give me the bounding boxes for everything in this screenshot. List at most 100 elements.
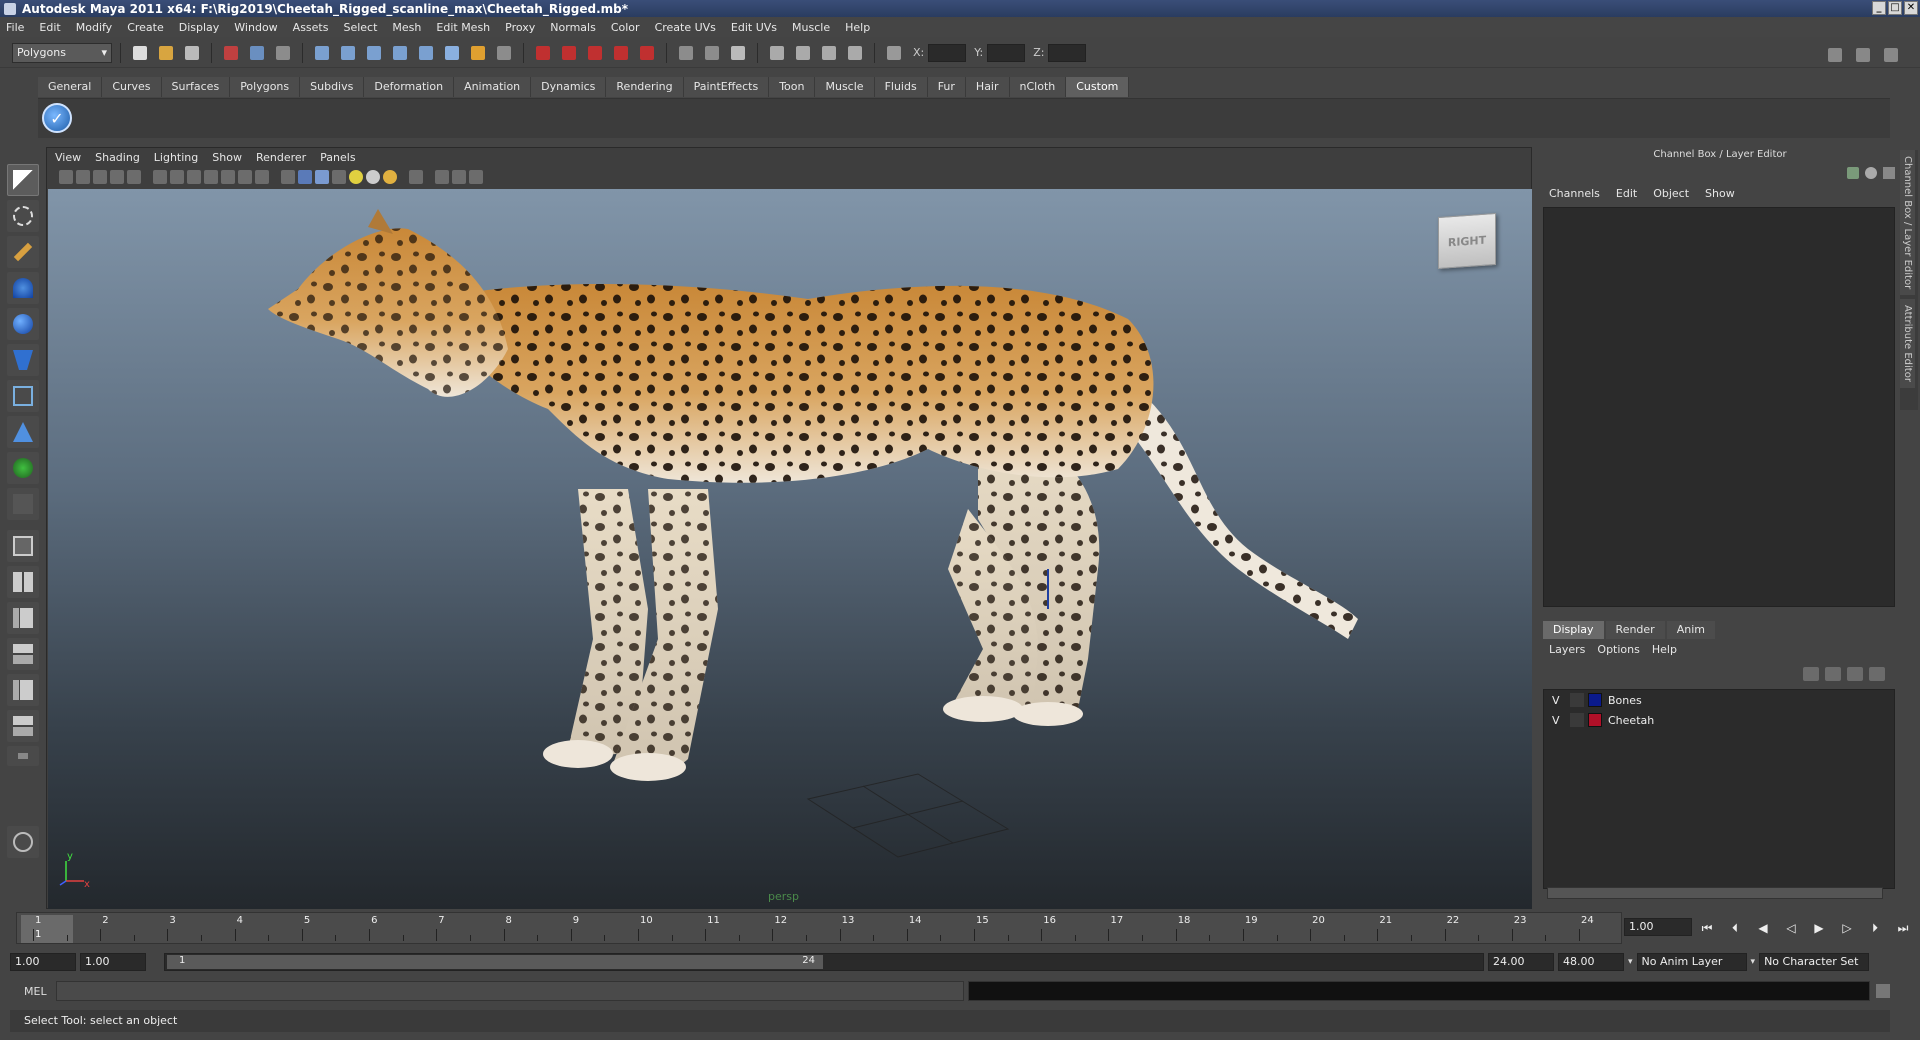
new-scene-icon[interactable]	[129, 42, 151, 64]
save-scene-icon[interactable]	[181, 42, 203, 64]
transform-input-icon[interactable]	[883, 42, 905, 64]
menu-muscle[interactable]: Muscle	[792, 21, 830, 34]
char-set-chevron-icon[interactable]: ▾	[1751, 957, 1756, 967]
menu-select[interactable]: Select	[343, 21, 377, 34]
channel-list[interactable]	[1543, 207, 1895, 607]
layout-options-icon[interactable]	[7, 746, 39, 766]
key-icon[interactable]	[1847, 167, 1859, 179]
shelf-tab-ncloth[interactable]: nCloth	[1009, 77, 1067, 97]
new-layer-from-selected-icon[interactable]	[1869, 667, 1885, 681]
menu-color[interactable]: Color	[611, 21, 640, 34]
soft-mod-tool-icon[interactable]	[7, 416, 39, 448]
menu-normals[interactable]: Normals	[550, 21, 596, 34]
go-to-end-icon[interactable]: ⏭	[1894, 920, 1912, 936]
hypershade-layout-icon[interactable]	[7, 674, 39, 706]
select-object-icon[interactable]	[246, 42, 268, 64]
time-slider[interactable]: 1 1 2 3 4 5 6 7 8 9 10 11 12 13 14 15 16 17 18 19 20 21 22 23 2…	[16, 912, 1622, 944]
camera-2-icon[interactable]	[792, 42, 814, 64]
layer-row[interactable]: V Cheetah	[1544, 710, 1894, 730]
layer-visibility-toggle[interactable]: V	[1552, 714, 1566, 727]
layer-display-type-toggle[interactable]	[1570, 713, 1584, 727]
menu-assets[interactable]: Assets	[293, 21, 329, 34]
menu-window[interactable]: Window	[234, 21, 277, 34]
film-gate-icon[interactable]	[170, 170, 184, 184]
shelf-tab-toon[interactable]: Toon	[769, 77, 816, 97]
play-forward-icon[interactable]: ▶	[1810, 920, 1828, 936]
grid-icon[interactable]	[153, 170, 167, 184]
shelf-tab-polygons[interactable]: Polygons	[230, 77, 301, 97]
layer-menu-options[interactable]: Options	[1597, 643, 1639, 656]
anim-start-field[interactable]: 1.00	[10, 953, 76, 971]
pick-icon[interactable]	[1883, 167, 1895, 179]
minimize-button[interactable]: _	[1872, 1, 1886, 15]
layer-row[interactable]: V Bones	[1544, 690, 1894, 710]
cheetah-model[interactable]	[48, 189, 1532, 909]
select-component-icon[interactable]	[272, 42, 294, 64]
use-all-lights-icon[interactable]	[366, 170, 380, 184]
select-hierarchy-icon[interactable]	[220, 42, 242, 64]
shelf-tab-fur[interactable]: Fur	[927, 77, 966, 97]
camera-attributes-icon[interactable]	[76, 170, 90, 184]
shelf-tab-rendering[interactable]: Rendering	[606, 77, 684, 97]
menu-modify[interactable]: Modify	[76, 21, 112, 34]
hypershade-icon[interactable]	[636, 42, 658, 64]
snap-curve-icon[interactable]	[337, 42, 359, 64]
camera-3-icon[interactable]	[818, 42, 840, 64]
2d-pan-zoom-icon[interactable]	[127, 170, 141, 184]
snap-surface-icon[interactable]	[415, 42, 437, 64]
z-field[interactable]	[1048, 43, 1087, 62]
render-current-icon[interactable]	[558, 42, 580, 64]
gate-mask-icon[interactable]	[204, 170, 218, 184]
camera-icon[interactable]	[766, 42, 788, 64]
step-forward-key-icon[interactable]: ⏵	[1866, 920, 1884, 936]
manipulator-tool-icon[interactable]	[7, 380, 39, 412]
persp-graph-layout-icon[interactable]	[7, 638, 39, 670]
menu-create-uvs[interactable]: Create UVs	[655, 21, 716, 34]
single-pane-layout-icon[interactable]	[7, 530, 39, 562]
xray-active-components-icon[interactable]	[469, 170, 483, 184]
field-chart-icon[interactable]	[221, 170, 235, 184]
render-view-icon[interactable]	[532, 42, 554, 64]
anim-layer-dropdown[interactable]: No Anim Layer	[1636, 953, 1747, 971]
open-scene-icon[interactable]	[155, 42, 177, 64]
menu-display[interactable]: Display	[179, 21, 220, 34]
layer-color-swatch[interactable]	[1588, 693, 1602, 707]
playback-end-field[interactable]: 24.00	[1488, 953, 1554, 971]
panel-menu-panels[interactable]: Panels	[320, 151, 355, 164]
show-manipulator-icon[interactable]	[7, 452, 39, 484]
select-camera-icon[interactable]	[59, 170, 73, 184]
shelf-tab-dynamics[interactable]: Dynamics	[531, 77, 607, 97]
half-circle-icon[interactable]	[1865, 167, 1877, 179]
anim-end-field[interactable]: 48.00	[1558, 953, 1624, 971]
bookmarks-icon[interactable]	[93, 170, 107, 184]
move-tool-icon[interactable]	[7, 272, 39, 304]
menu-help[interactable]: Help	[845, 21, 870, 34]
menu-edit[interactable]: Edit	[39, 21, 60, 34]
shelf-tab-deformation[interactable]: Deformation	[364, 77, 455, 97]
side-tab-channel-box[interactable]: Channel Box / Layer Editor	[1900, 150, 1915, 296]
four-pane-layout-icon[interactable]	[7, 566, 39, 598]
range-slider[interactable]: 1 24	[164, 953, 1484, 971]
menu-set-dropdown[interactable]: Polygons ▾	[12, 42, 112, 63]
perspective-viewport[interactable]: RIGHT y x persp	[48, 189, 1532, 909]
snap-point-icon[interactable]	[363, 42, 385, 64]
panel-icon[interactable]	[701, 42, 723, 64]
close-button[interactable]: ✕	[1904, 1, 1918, 15]
channel-box-toggle-icon[interactable]	[1880, 44, 1902, 66]
persp-outliner-layout-icon[interactable]	[7, 602, 39, 634]
shelf-tab-animation[interactable]: Animation	[454, 77, 532, 97]
channel-menu-channels[interactable]: Channels	[1549, 187, 1600, 200]
shelf-tab-painteffects[interactable]: PaintEffects	[683, 77, 770, 97]
layer-tab-anim[interactable]: Anim	[1666, 621, 1715, 639]
xray-icon[interactable]	[435, 170, 449, 184]
shelf-tab-hair[interactable]: Hair	[965, 77, 1010, 97]
shelf-tab-surfaces[interactable]: Surfaces	[161, 77, 231, 97]
shelf-tab-general[interactable]: General	[38, 77, 103, 97]
mel-label[interactable]: MEL	[10, 985, 56, 998]
menu-edit-uvs[interactable]: Edit UVs	[731, 21, 777, 34]
attribute-editor-toggle-icon[interactable]	[1824, 44, 1846, 66]
paint-select-tool-icon[interactable]	[7, 236, 39, 268]
scale-tool-icon[interactable]	[7, 344, 39, 376]
smooth-shade-icon[interactable]	[298, 170, 312, 184]
move-layer-down-icon[interactable]	[1825, 667, 1841, 681]
